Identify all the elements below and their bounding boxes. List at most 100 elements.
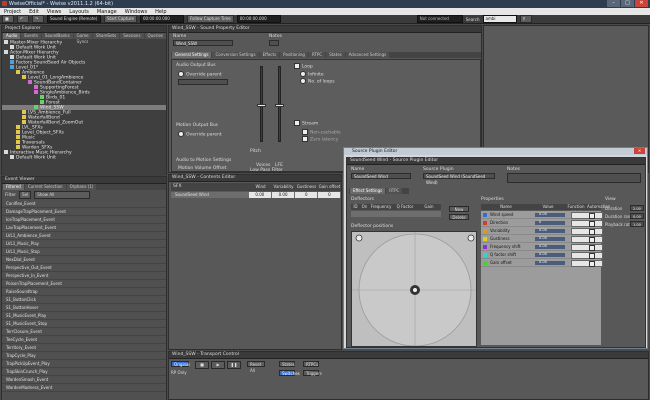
tab-conversion-settings[interactable]: Conversion Settings bbox=[212, 52, 259, 58]
maximize-button[interactable]: □ bbox=[621, 0, 634, 7]
event-list-item[interactable]: Caniflex_Event bbox=[2, 200, 166, 208]
new-deflector-button[interactable]: New bbox=[449, 206, 469, 212]
original-toggle[interactable]: Original bbox=[171, 361, 190, 367]
tab-sharesets[interactable]: ShareSets bbox=[92, 33, 120, 39]
tab-effects[interactable]: Effects bbox=[259, 52, 280, 58]
name-field[interactable]: Wind_SSW bbox=[173, 40, 233, 46]
tab-game-syncs[interactable]: Game Syncs bbox=[73, 33, 92, 44]
property-row[interactable]: Gustiness 0.00 bbox=[481, 235, 603, 243]
tab-soundbanks[interactable]: SoundBanks bbox=[41, 33, 73, 39]
reset-all-button[interactable]: Reset All bbox=[247, 361, 265, 373]
duration-field[interactable]: 2.00 bbox=[630, 205, 644, 211]
save-icon[interactable]: ■ bbox=[2, 15, 14, 23]
lfe-knob[interactable] bbox=[275, 104, 284, 107]
contents-row-value[interactable]: 0 bbox=[295, 192, 318, 198]
override-parent-radio[interactable]: Override parent bbox=[178, 71, 222, 78]
stream-checkbox[interactable]: Stream bbox=[294, 120, 318, 127]
event-list-item[interactable]: LVL1_Music_Stop bbox=[2, 248, 166, 256]
tab-rtpc[interactable]: RTPC bbox=[308, 52, 326, 58]
start-capture-button[interactable]: Start Capture bbox=[104, 15, 137, 23]
contents-row-value[interactable]: 0 bbox=[318, 192, 341, 198]
event-list-item[interactable]: Territory_Event bbox=[2, 344, 166, 352]
automation-checkbox[interactable] bbox=[589, 220, 595, 227]
event-list-item[interactable]: TrapPickUpEvent_Play bbox=[2, 360, 166, 368]
event-list-item[interactable]: LavTrapPlacement_Event bbox=[2, 224, 166, 232]
property-function-field[interactable] bbox=[571, 252, 603, 259]
event-list-item[interactable]: RaiseSoundtrap bbox=[2, 288, 166, 296]
triggers-button[interactable]: Triggers bbox=[303, 370, 322, 376]
tab-positioning[interactable]: Positioning bbox=[280, 52, 308, 58]
tab-sessions[interactable]: Sessions bbox=[120, 33, 144, 39]
property-function-field[interactable] bbox=[571, 212, 603, 219]
property-row[interactable]: Variability 0.00 bbox=[481, 227, 603, 235]
event-list-item[interactable]: Perspective_In_Event bbox=[2, 272, 166, 280]
deflector-positions-pad[interactable] bbox=[351, 231, 477, 347]
plugin-notes-field[interactable] bbox=[507, 173, 641, 183]
automation-checkbox[interactable] bbox=[589, 228, 595, 235]
states-button[interactable]: States bbox=[279, 361, 295, 367]
delete-deflector-button[interactable]: Delete bbox=[449, 214, 469, 220]
switches-button[interactable]: Switches bbox=[279, 370, 300, 376]
duration-random-field[interactable]: 0.00 bbox=[630, 213, 644, 219]
tab-orphans-1-[interactable]: Orphans (1) bbox=[66, 184, 97, 190]
search-icon[interactable]: ⚲ bbox=[519, 15, 532, 23]
pause-icon[interactable]: ❚❚ bbox=[227, 361, 241, 369]
event-list-item[interactable]: S1_MusicEvent_Stop bbox=[2, 320, 166, 328]
tab-rtpc[interactable]: RTPC bbox=[386, 188, 403, 194]
property-function-field[interactable] bbox=[571, 220, 603, 227]
event-list-item[interactable]: IceTrapPlacement_Event bbox=[2, 216, 166, 224]
event-list-item[interactable]: PoisonTrapPlacement_Event bbox=[2, 280, 166, 288]
event-list-item[interactable]: WardenMadness_Event bbox=[2, 384, 166, 392]
tab-queries[interactable]: Queries bbox=[144, 33, 166, 39]
audio-bus-select[interactable] bbox=[178, 79, 228, 85]
override-parent-radio-2[interactable]: Override parent bbox=[178, 131, 222, 138]
event-list-item[interactable]: Perspective_Out_Event bbox=[2, 264, 166, 272]
event-list-item[interactable]: WardenSmash_Event bbox=[2, 376, 166, 384]
follow-capture-button[interactable]: Follow Capture Time bbox=[186, 15, 234, 23]
event-list-item[interactable]: LVL1_Music_Play bbox=[2, 240, 166, 248]
property-function-field[interactable] bbox=[571, 260, 603, 267]
redo-icon[interactable]: ↷ bbox=[32, 15, 44, 23]
tree-item[interactable]: Default Work Unit bbox=[2, 155, 166, 161]
play-icon[interactable]: ▶ bbox=[211, 361, 225, 369]
automation-checkbox[interactable] bbox=[589, 252, 595, 259]
voice-volume-knob[interactable] bbox=[257, 104, 266, 107]
tab-effect-settings[interactable]: Effect Settings bbox=[350, 188, 386, 194]
event-list-item[interactable]: LVL1_Ambience_Event bbox=[2, 232, 166, 240]
property-row[interactable]: Gain offset 0.00 bbox=[481, 259, 603, 267]
property-row[interactable]: Wind speed 0.00 bbox=[481, 211, 603, 219]
plugin-close-button[interactable]: ✕ bbox=[634, 148, 645, 154]
undo-icon[interactable]: ↶ bbox=[17, 15, 29, 23]
filter-sel-button[interactable]: Sel bbox=[19, 191, 32, 199]
menu-item[interactable]: Layouts bbox=[65, 9, 93, 15]
minimize-button[interactable]: – bbox=[607, 0, 620, 7]
notes-field[interactable] bbox=[269, 40, 279, 46]
infinite-radio[interactable]: Infinite bbox=[300, 71, 324, 78]
tab-states[interactable]: States bbox=[326, 52, 345, 58]
tab-advanced-settings[interactable]: Advanced Settings bbox=[345, 52, 390, 58]
tab-audio[interactable]: Audio bbox=[3, 33, 21, 39]
tab-events[interactable]: Events bbox=[21, 33, 41, 39]
event-list-item[interactable]: NexDial_Event bbox=[2, 256, 166, 264]
event-list-item[interactable]: TeeCycle_Event bbox=[2, 336, 166, 344]
tab-filtered[interactable]: Filtered bbox=[3, 184, 24, 190]
sound-engine-select[interactable]: Sound Engine (Remote) bbox=[47, 15, 101, 23]
contents-row-value[interactable]: 0.00 bbox=[271, 192, 295, 198]
menu-item[interactable]: Help bbox=[151, 9, 170, 15]
property-function-field[interactable] bbox=[571, 236, 603, 243]
menu-item[interactable]: Edit bbox=[25, 9, 43, 15]
menu-item[interactable]: Manage bbox=[93, 9, 121, 15]
automation-checkbox[interactable] bbox=[589, 236, 595, 243]
property-row[interactable]: Direction 0 bbox=[481, 219, 603, 227]
property-function-field[interactable] bbox=[571, 244, 603, 251]
menu-item[interactable]: Project bbox=[0, 9, 25, 15]
no-of-loops-radio[interactable]: No. of loops bbox=[300, 78, 335, 85]
tab-general-settings[interactable]: General Settings bbox=[172, 52, 212, 58]
loop-checkbox[interactable]: Loop bbox=[294, 63, 313, 70]
property-function-field[interactable] bbox=[571, 228, 603, 235]
deflector-row[interactable] bbox=[351, 211, 441, 217]
search-input[interactable]: ambi bbox=[482, 15, 517, 23]
event-list-item[interactable]: TrapSkinCrunch_Play bbox=[2, 368, 166, 376]
playback-rate-field[interactable]: 1.00 bbox=[630, 221, 644, 227]
event-list-item[interactable]: S1_MusicEvent_Play bbox=[2, 312, 166, 320]
